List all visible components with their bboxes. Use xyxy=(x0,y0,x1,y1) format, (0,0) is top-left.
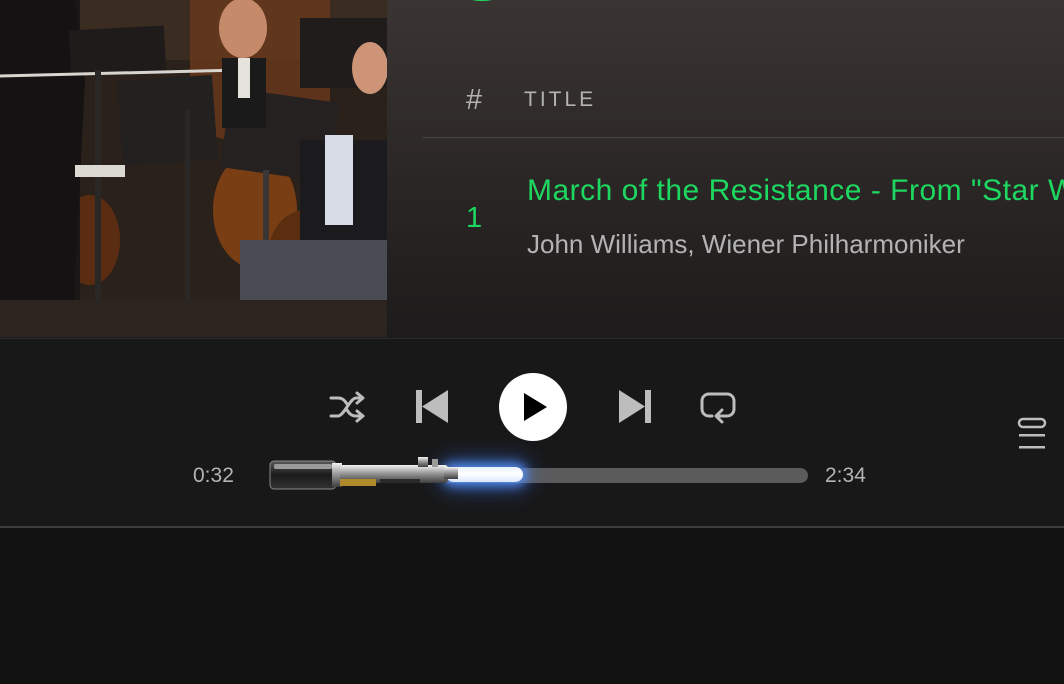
track-artists[interactable]: John Williams, Wiener Philharmoniker xyxy=(527,229,965,260)
column-header-title[interactable]: TITLE xyxy=(524,88,596,112)
track-row[interactable]: 1 March of the Resistance - From "Star W… xyxy=(423,150,1064,300)
track-title[interactable]: March of the Resistance - From "Star War… xyxy=(527,174,1064,208)
orchestra-photo-illustration xyxy=(0,0,387,337)
elapsed-time: 0:32 xyxy=(193,464,234,487)
column-header-number: # xyxy=(466,84,484,116)
previous-icon[interactable] xyxy=(416,390,448,423)
header-divider xyxy=(423,137,1064,138)
play-icon[interactable] xyxy=(499,373,567,441)
repeat-icon[interactable] xyxy=(700,390,736,424)
playlist-view: # TITLE 1 March of the Resistance - From… xyxy=(0,0,1064,338)
play-all-button[interactable] xyxy=(434,0,530,1)
bottom-panel xyxy=(0,528,1064,684)
queue-icon[interactable] xyxy=(1017,417,1047,451)
next-icon[interactable] xyxy=(619,390,651,423)
duration-time: 2:34 xyxy=(825,464,866,487)
shuffle-icon[interactable] xyxy=(329,391,365,423)
track-number: 1 xyxy=(466,202,483,234)
album-art-orchestra-photo xyxy=(0,0,387,337)
lightsaber-hilt-handle[interactable] xyxy=(268,455,460,493)
